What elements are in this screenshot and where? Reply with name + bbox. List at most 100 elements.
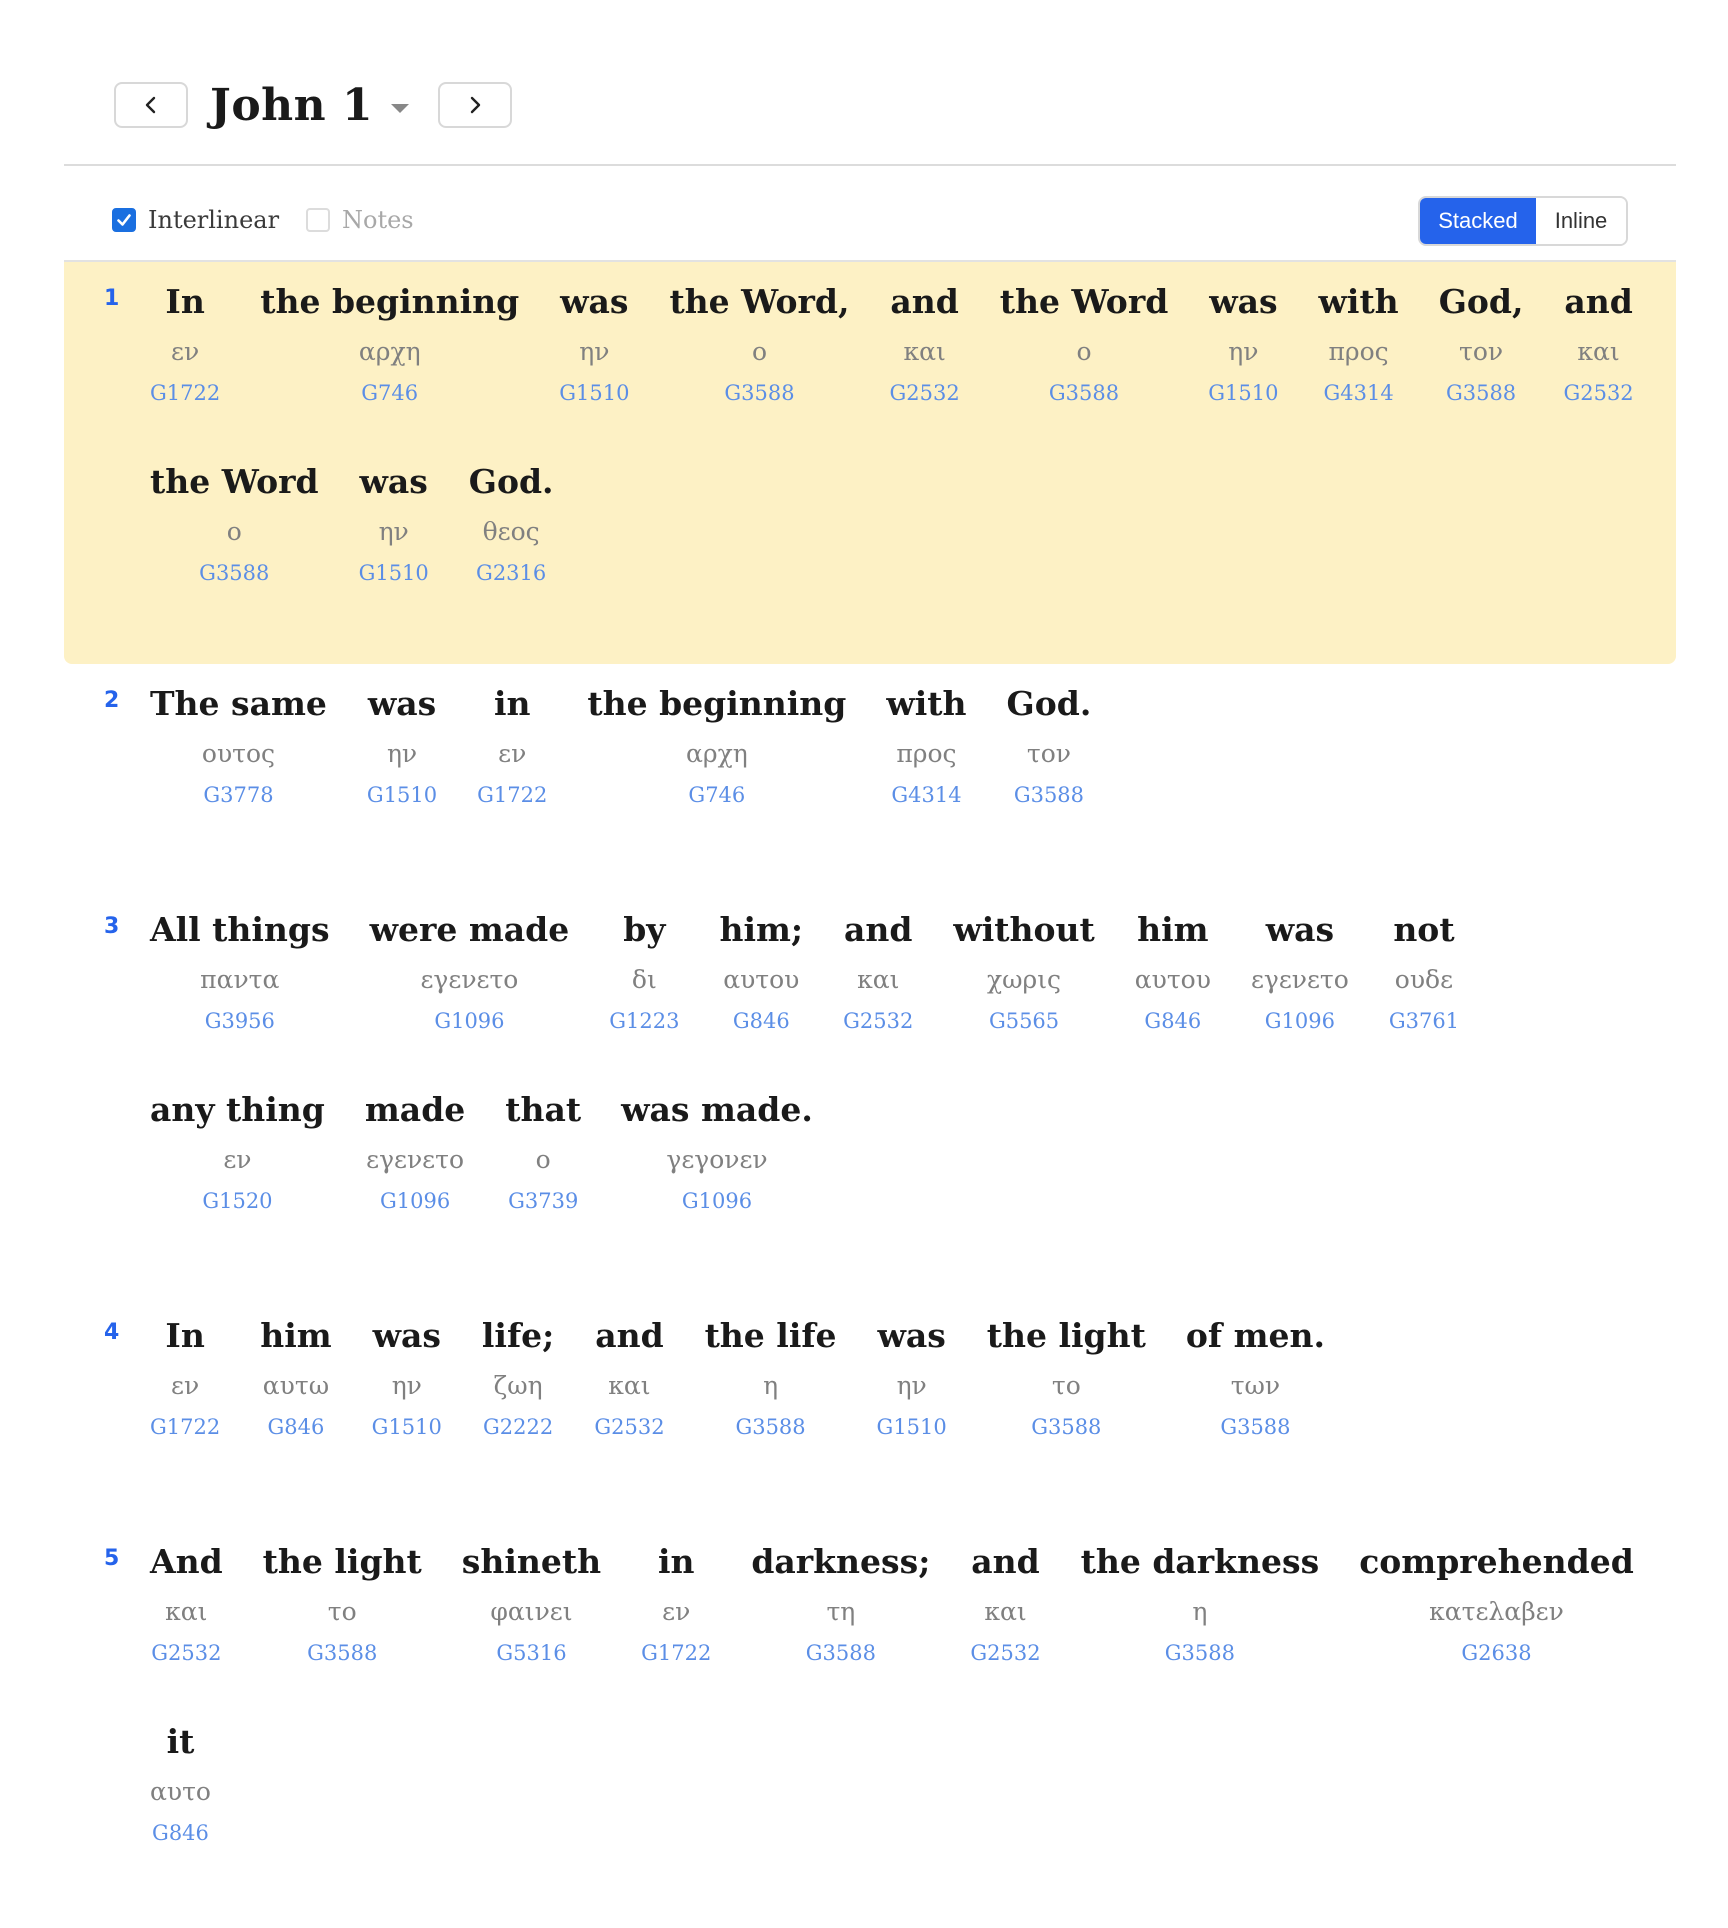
english-word: and — [890, 282, 959, 321]
strongs-number-link[interactable]: G1520 — [202, 1186, 272, 1216]
greek-word: ο — [751, 337, 767, 366]
verse-number[interactable]: 1 — [104, 286, 119, 311]
strongs-number-link[interactable]: G3588 — [1049, 378, 1119, 408]
strongs-number-link[interactable]: G846 — [152, 1818, 209, 1848]
strongs-number-link[interactable]: G4314 — [1323, 378, 1393, 408]
strongs-number-link[interactable]: G3588 — [1031, 1412, 1101, 1442]
greek-word: το — [327, 1597, 357, 1626]
strongs-number-link[interactable]: G3588 — [199, 558, 269, 588]
strongs-number-link[interactable]: G2532 — [843, 1006, 913, 1036]
inline-view-button[interactable]: Inline — [1536, 198, 1626, 244]
strongs-number-link[interactable]: G846 — [1144, 1006, 1201, 1036]
interlinear-word: comprehended κατελαβεν G2638 — [1359, 1540, 1634, 1720]
interlinear-checkbox[interactable]: Interlinear — [112, 206, 279, 234]
strongs-number-link[interactable]: G1096 — [380, 1186, 450, 1216]
strongs-number-link[interactable]: G746 — [688, 780, 745, 810]
strongs-number-link[interactable]: G3588 — [1220, 1412, 1290, 1442]
checkmark-icon — [117, 214, 131, 226]
greek-word: ην — [896, 1371, 927, 1400]
verse-number[interactable]: 2 — [104, 688, 119, 713]
verse-words: And και G2532 the light το G3588 shineth φαινει… — [150, 1540, 1636, 1900]
strongs-number-link[interactable]: G2532 — [890, 378, 960, 408]
greek-word: προς — [1328, 337, 1389, 366]
chapter-header: John 1 — [64, 0, 1676, 166]
strongs-number-link[interactable]: G3588 — [1446, 378, 1516, 408]
strongs-number-link[interactable]: G1510 — [372, 1412, 442, 1442]
interlinear-word: were made εγενετο G1096 — [370, 908, 570, 1088]
greek-word: ην — [386, 739, 418, 768]
strongs-number-link[interactable]: G3588 — [724, 378, 794, 408]
verse-number[interactable]: 3 — [104, 914, 119, 939]
strongs-number-link[interactable]: G5316 — [496, 1638, 566, 1668]
strongs-number-link[interactable]: G2316 — [476, 558, 546, 588]
strongs-number-link[interactable]: G3588 — [735, 1412, 805, 1442]
next-chapter-button[interactable] — [438, 82, 512, 128]
strongs-number-link[interactable]: G846 — [733, 1006, 790, 1036]
english-word: In — [165, 282, 205, 321]
strongs-number-link[interactable]: G3956 — [205, 1006, 275, 1036]
strongs-number-link[interactable]: G2532 — [1563, 378, 1633, 408]
strongs-number-link[interactable]: G2532 — [151, 1638, 221, 1668]
verse-number[interactable]: 4 — [104, 1320, 119, 1345]
strongs-number-link[interactable]: G1096 — [434, 1006, 504, 1036]
strongs-number-link[interactable]: G3588 — [806, 1638, 876, 1668]
greek-word: τη — [826, 1597, 856, 1626]
interlinear-word: the Word ο G3588 — [150, 460, 319, 640]
english-word: In — [165, 1316, 205, 1355]
stacked-view-button[interactable]: Stacked — [1420, 198, 1536, 244]
strongs-number-link[interactable]: G3588 — [1165, 1638, 1235, 1668]
strongs-number-link[interactable]: G1510 — [559, 378, 629, 408]
strongs-number-link[interactable]: G3761 — [1389, 1006, 1459, 1036]
english-word: of men. — [1185, 1316, 1325, 1355]
strongs-number-link[interactable]: G1096 — [682, 1186, 752, 1216]
strongs-number-link[interactable]: G5565 — [989, 1006, 1059, 1036]
checkbox-checked-icon[interactable] — [112, 208, 136, 232]
strongs-number-link[interactable]: G2222 — [483, 1412, 553, 1442]
strongs-number-link[interactable]: G1510 — [367, 780, 437, 810]
strongs-number-link[interactable]: G746 — [361, 378, 418, 408]
english-word: the life — [704, 1316, 837, 1355]
strongs-number-link[interactable]: G3588 — [1014, 780, 1084, 810]
english-word: God, — [1438, 282, 1524, 321]
strongs-number-link[interactable]: G1722 — [641, 1638, 711, 1668]
greek-word: των — [1230, 1371, 1281, 1400]
strongs-number-link[interactable]: G2638 — [1461, 1638, 1531, 1668]
chevron-right-icon — [470, 96, 481, 114]
strongs-number-link[interactable]: G3739 — [508, 1186, 578, 1216]
strongs-number-link[interactable]: G4314 — [891, 780, 961, 810]
strongs-number-link[interactable]: G3778 — [203, 780, 273, 810]
strongs-number-link[interactable]: G1722 — [150, 378, 220, 408]
interlinear-word: was ην G1510 — [877, 1314, 947, 1494]
greek-word: και — [984, 1597, 1027, 1626]
strongs-number-link[interactable]: G846 — [268, 1412, 325, 1442]
english-word: All things — [150, 910, 330, 949]
strongs-number-link[interactable]: G1223 — [609, 1006, 679, 1036]
greek-word: ουδε — [1394, 965, 1454, 994]
notes-checkbox[interactable]: Notes — [306, 206, 414, 234]
chapter-selector[interactable]: John 1 — [210, 76, 410, 134]
english-word: the Word, — [669, 282, 850, 321]
strongs-number-link[interactable]: G1722 — [150, 1412, 220, 1442]
strongs-number-link[interactable]: G2532 — [594, 1412, 664, 1442]
greek-word: προς — [896, 739, 957, 768]
strongs-number-link[interactable]: G2532 — [970, 1638, 1040, 1668]
interlinear-label: Interlinear — [148, 206, 280, 234]
english-word: And — [150, 1542, 223, 1581]
english-word: the darkness — [1080, 1542, 1320, 1581]
english-word: comprehended — [1359, 1542, 1634, 1581]
interlinear-word: the life η G3588 — [705, 1314, 837, 1494]
strongs-number-link[interactable]: G1510 — [1208, 378, 1278, 408]
checkbox-unchecked-icon[interactable] — [306, 208, 330, 232]
previous-chapter-button[interactable] — [114, 82, 188, 128]
english-word: the Word — [999, 282, 1169, 321]
verse-5: 5 And και G2532 the light το G3588 shineth φαινε… — [64, 1522, 1676, 1928]
strongs-number-link[interactable]: G1722 — [477, 780, 547, 810]
strongs-number-link[interactable]: G1510 — [877, 1412, 947, 1442]
strongs-number-link[interactable]: G1096 — [1265, 1006, 1335, 1036]
verse-number[interactable]: 5 — [104, 1546, 119, 1571]
strongs-number-link[interactable]: G3588 — [307, 1638, 377, 1668]
strongs-number-link[interactable]: G1510 — [359, 558, 429, 588]
greek-word: το — [1051, 1371, 1081, 1400]
greek-word: και — [165, 1597, 208, 1626]
interlinear-word: by δι G1223 — [609, 908, 679, 1088]
